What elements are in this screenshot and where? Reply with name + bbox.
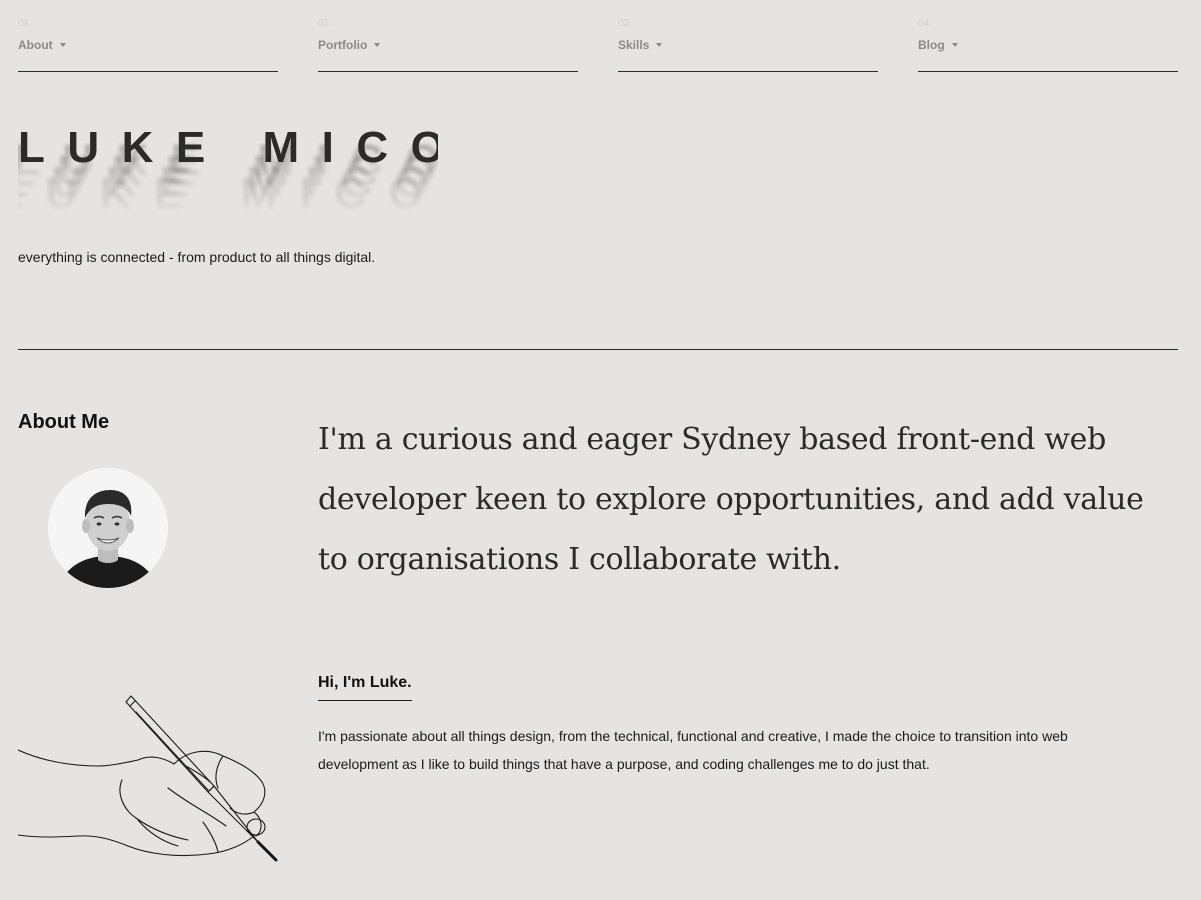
nav-item-skills[interactable]: 03. Skills <box>618 14 878 72</box>
hero-name-logo: LUKE MICO LUKE MICO LUKE MICO LUKE MICO … <box>18 123 438 218</box>
hero-tagline: everything is connected - from product t… <box>18 249 376 265</box>
section-divider <box>18 349 1178 350</box>
hand-drawing-pencil-icon <box>18 695 278 862</box>
caret-down-icon <box>59 42 66 47</box>
greeting-heading: Hi, I'm Luke. <box>318 674 412 701</box>
caret-down-icon <box>374 42 381 47</box>
nav-item-number: 01. <box>18 18 32 29</box>
nav-item-number: 02. <box>318 18 332 29</box>
about-intro: I'm a curious and eager Sydney based fro… <box>318 422 1144 577</box>
about-heading: About Me <box>18 411 110 433</box>
top-navigation: 01. About 02. Portfolio 03. Skills 04. B… <box>18 14 1178 72</box>
caret-down-icon <box>951 42 958 47</box>
caret-down-icon <box>656 42 663 47</box>
nav-item-number: 03. <box>618 18 632 29</box>
page: 01. About 02. Portfolio 03. Skills 04. B… <box>0 0 1201 900</box>
nav-item-label-about[interactable]: About <box>18 38 66 52</box>
hero-name: LUKE MICO <box>18 123 438 172</box>
nav-item-about[interactable]: 01. About <box>18 14 278 72</box>
avatar-portrait-icon <box>48 468 168 588</box>
avatar <box>48 468 168 588</box>
nav-item-label-blog[interactable]: Blog <box>918 38 958 52</box>
nav-item-number: 04. <box>918 18 932 29</box>
nav-item-label-skills[interactable]: Skills <box>618 38 663 52</box>
nav-item-label-portfolio[interactable]: Portfolio <box>318 38 381 52</box>
nav-item-portfolio[interactable]: 02. Portfolio <box>318 14 578 72</box>
about-bio: I'm passionate about all things design, … <box>318 728 1068 772</box>
nav-item-blog[interactable]: 04. Blog <box>918 14 1178 72</box>
